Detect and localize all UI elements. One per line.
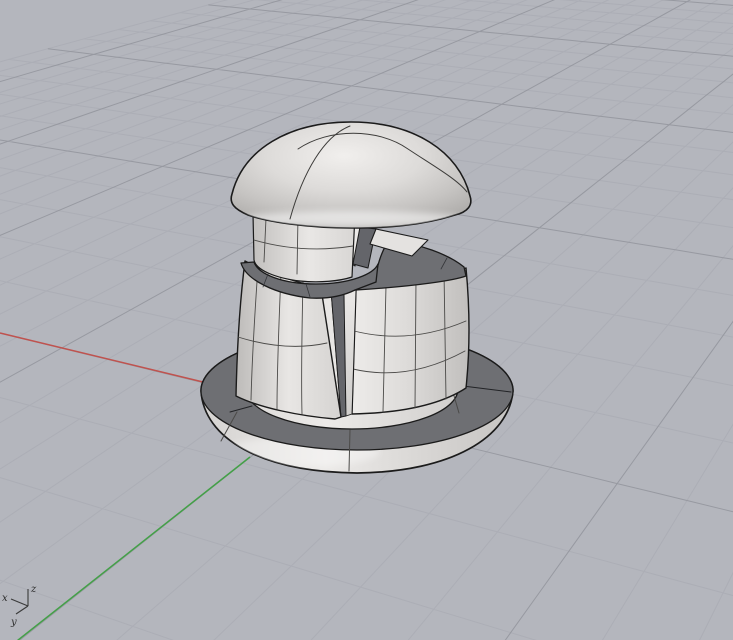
gizmo-y-label: y bbox=[10, 617, 17, 628]
viewport-canvas[interactable]: z x y bbox=[0, 0, 733, 640]
cone-right-flank[interactable] bbox=[351, 267, 470, 415]
gizmo-x-label: x bbox=[2, 593, 8, 604]
viewport-3d[interactable]: z x y bbox=[0, 0, 733, 640]
gizmo-z-label: z bbox=[30, 584, 37, 595]
